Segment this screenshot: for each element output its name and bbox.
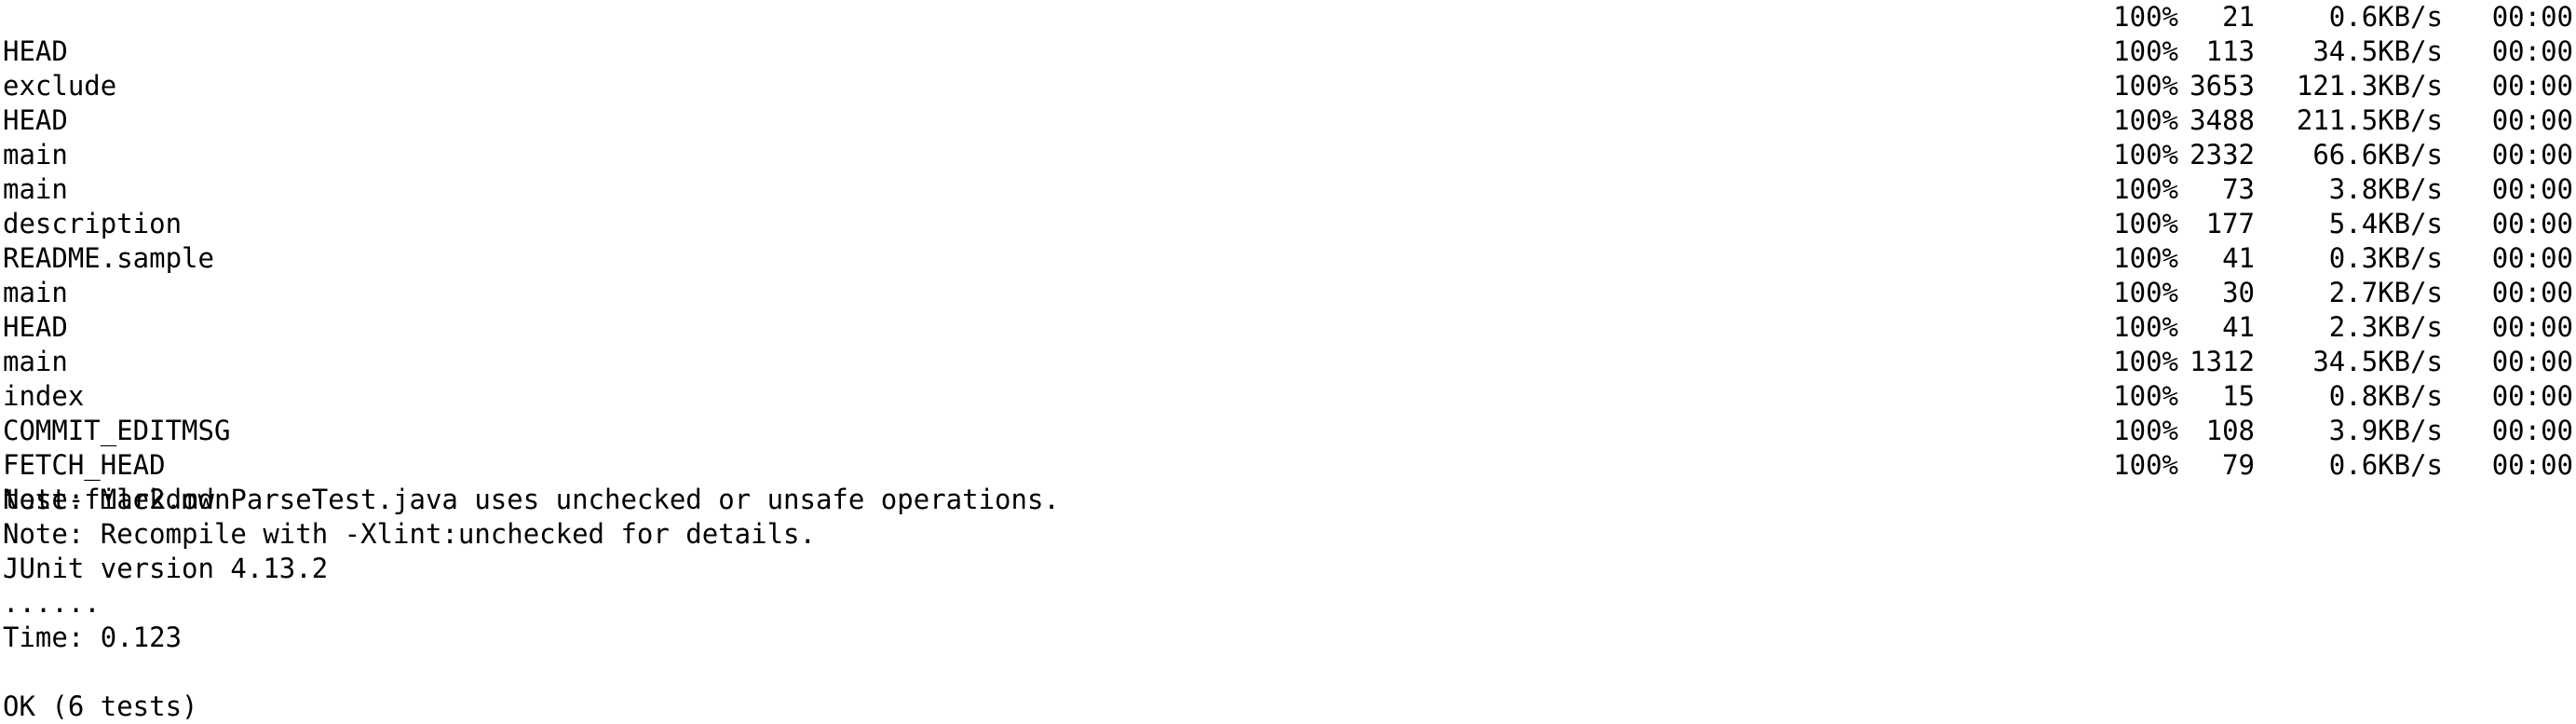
transfer-row: description 100% 73 3.8KB/s 00:00 — [3, 172, 2573, 239]
transfer-percent: 100% — [2113, 35, 2178, 67]
transfer-percent: 100% — [2113, 104, 2178, 136]
transfer-eta: 00:00 — [2491, 70, 2573, 102]
transfer-speed: 0.6KB/s — [2328, 449, 2443, 481]
compiler-note-line: Note: Recompile with -Xlint:unchecked fo… — [3, 518, 816, 550]
transfer-eta: 00:00 — [2491, 104, 2573, 136]
transfer-percent: 100% — [2113, 311, 2178, 343]
transfer-bytes: 1312 — [2190, 346, 2255, 377]
transfer-bytes: 3488 — [2190, 104, 2255, 136]
transfer-eta: 00:00 — [2491, 311, 2573, 343]
transfer-bytes: 15 — [2222, 380, 2255, 412]
junit-version-line: JUnit version 4.13.2 — [3, 553, 329, 584]
transfer-speed: 34.5KB/s — [2312, 346, 2443, 377]
transfer-bytes: 113 — [2205, 35, 2255, 67]
transfer-speed: 121.3KB/s — [2296, 70, 2443, 102]
transfer-bytes: 2332 — [2190, 139, 2255, 171]
transfer-eta: 00:00 — [2491, 139, 2573, 171]
compiler-note-line: Note: MarkdownParseTest.java uses unchec… — [3, 484, 1060, 515]
transfer-bytes: 177 — [2205, 208, 2255, 239]
transfer-row: main 100% 3488 211.5KB/s 00:00 — [3, 103, 2573, 171]
transfer-row: HEAD 100% 3653 121.3KB/s 00:00 — [3, 69, 2573, 136]
transfer-percent: 100% — [2113, 70, 2178, 102]
transfer-percent: 100% — [2113, 208, 2178, 239]
transfer-percent: 100% — [2113, 1, 2178, 33]
transfer-speed: 0.8KB/s — [2328, 380, 2443, 412]
transfer-row: main 100% 41 2.3KB/s 00:00 — [3, 310, 2573, 377]
transfer-eta: 00:00 — [2491, 449, 2573, 481]
transfer-speed: 2.3KB/s — [2328, 311, 2443, 343]
transfer-speed: 3.8KB/s — [2328, 173, 2443, 205]
transfer-row: HEAD 100% 21 0.6KB/s 00:00 — [3, 0, 2573, 67]
transfer-eta: 00:00 — [2491, 242, 2573, 274]
transfer-percent: 100% — [2113, 139, 2178, 171]
transfer-eta: 00:00 — [2491, 277, 2573, 308]
transfer-speed: 66.6KB/s — [2312, 139, 2443, 171]
terminal-output[interactable]: HEAD 100% 21 0.6KB/s 00:00 exclude 100% … — [0, 0, 2576, 722]
transfer-row: test-file2.md 100% 79 0.6KB/s 00:00 — [3, 448, 2573, 515]
transfer-percent: 100% — [2113, 242, 2178, 274]
transfer-eta: 00:00 — [2491, 346, 2573, 377]
transfer-percent: 100% — [2113, 380, 2178, 412]
transfer-bytes: 21 — [2222, 1, 2255, 33]
transfer-row: main 100% 41 0.3KB/s 00:00 — [3, 241, 2573, 308]
transfer-eta: 00:00 — [2491, 208, 2573, 239]
transfer-eta: 00:00 — [2491, 35, 2573, 67]
transfer-speed: 2.7KB/s — [2328, 277, 2443, 308]
transfer-bytes: 3653 — [2190, 70, 2255, 102]
test-time-line: Time: 0.123 — [3, 622, 183, 653]
transfer-row: FETCH_HEAD 100% 108 3.9KB/s 00:00 — [3, 414, 2573, 481]
transfer-bytes: 30 — [2222, 277, 2255, 308]
transfer-percent: 100% — [2113, 173, 2178, 205]
transfer-bytes: 41 — [2222, 311, 2255, 343]
transfer-eta: 00:00 — [2491, 173, 2573, 205]
transfer-speed: 5.4KB/s — [2328, 208, 2443, 239]
transfer-percent: 100% — [2113, 449, 2178, 481]
transfer-eta: 00:00 — [2491, 415, 2573, 446]
transfer-speed: 3.9KB/s — [2328, 415, 2443, 446]
transfer-percent: 100% — [2113, 415, 2178, 446]
test-result-line: OK (6 tests) — [3, 690, 198, 722]
transfer-bytes: 41 — [2222, 242, 2255, 274]
transfer-row: index 100% 1312 34.5KB/s 00:00 — [3, 345, 2573, 412]
transfer-bytes: 79 — [2222, 449, 2255, 481]
transfer-row: main 100% 2332 66.6KB/s 00:00 — [3, 138, 2573, 205]
transfer-row: COMMIT_EDITMSG 100% 15 0.8KB/s 00:00 — [3, 379, 2573, 446]
transfer-percent: 100% — [2113, 277, 2178, 308]
transfer-speed: 211.5KB/s — [2296, 104, 2443, 136]
transfer-eta: 00:00 — [2491, 380, 2573, 412]
transfer-eta: 00:00 — [2491, 1, 2573, 33]
transfer-bytes: 73 — [2222, 173, 2255, 205]
transfer-row: exclude 100% 113 34.5KB/s 00:00 — [3, 34, 2573, 102]
transfer-speed: 34.5KB/s — [2312, 35, 2443, 67]
transfer-row: README.sample 100% 177 5.4KB/s 00:00 — [3, 207, 2573, 274]
test-progress-dots: ...... — [3, 587, 101, 619]
transfer-bytes: 108 — [2205, 415, 2255, 446]
transfer-speed: 0.6KB/s — [2328, 1, 2443, 33]
transfer-speed: 0.3KB/s — [2328, 242, 2443, 274]
transfer-row: HEAD 100% 30 2.7KB/s 00:00 — [3, 276, 2573, 343]
transfer-percent: 100% — [2113, 346, 2178, 377]
